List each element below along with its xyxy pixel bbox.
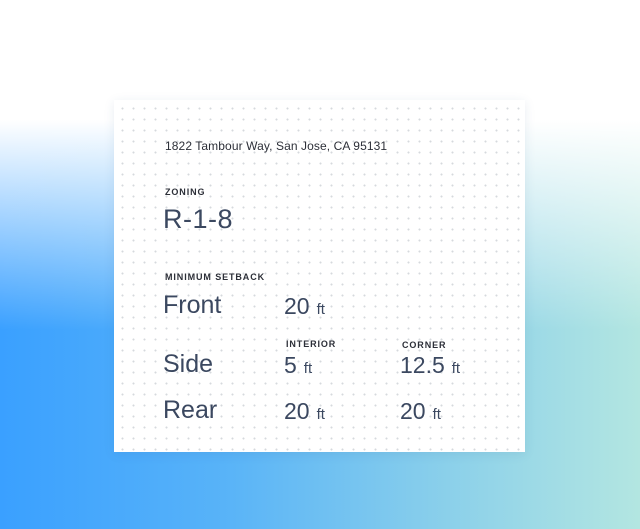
zoning-value: R-1-8: [163, 204, 234, 234]
minimum-setback-label: MINIMUM SETBACK: [165, 272, 265, 282]
rear-corner-value: 20 ft: [400, 398, 441, 425]
front-setback-number: 20: [284, 293, 310, 319]
zoning-info-card: 1822 Tambour Way, San Jose, CA 95131 ZON…: [114, 100, 525, 452]
rear-interior-unit: ft: [316, 406, 325, 423]
rear-corner-unit: ft: [432, 406, 441, 423]
property-address: 1822 Tambour Way, San Jose, CA 95131: [165, 139, 388, 153]
rear-setback-label: Rear: [163, 396, 218, 424]
side-corner-unit: ft: [451, 360, 461, 377]
rear-corner-number: 20: [400, 398, 426, 424]
rear-interior-number: 20: [284, 398, 310, 424]
side-setback-label: Side: [163, 350, 214, 378]
corner-column-label: CORNER: [402, 340, 447, 350]
front-setback-label: Front: [163, 291, 222, 319]
interior-column-label: INTERIOR: [286, 339, 337, 349]
zoning-label: ZONING: [165, 187, 206, 197]
side-interior-number: 5: [284, 352, 297, 378]
side-corner-value: 12.5 ft: [400, 352, 460, 379]
rear-interior-value: 20 ft: [284, 398, 325, 425]
front-setback-unit: ft: [316, 301, 325, 318]
side-corner-number: 12.5: [400, 352, 445, 378]
side-interior-unit: ft: [303, 360, 313, 377]
side-interior-value: 5 ft: [284, 352, 312, 379]
front-setback-value: 20 ft: [284, 293, 325, 320]
